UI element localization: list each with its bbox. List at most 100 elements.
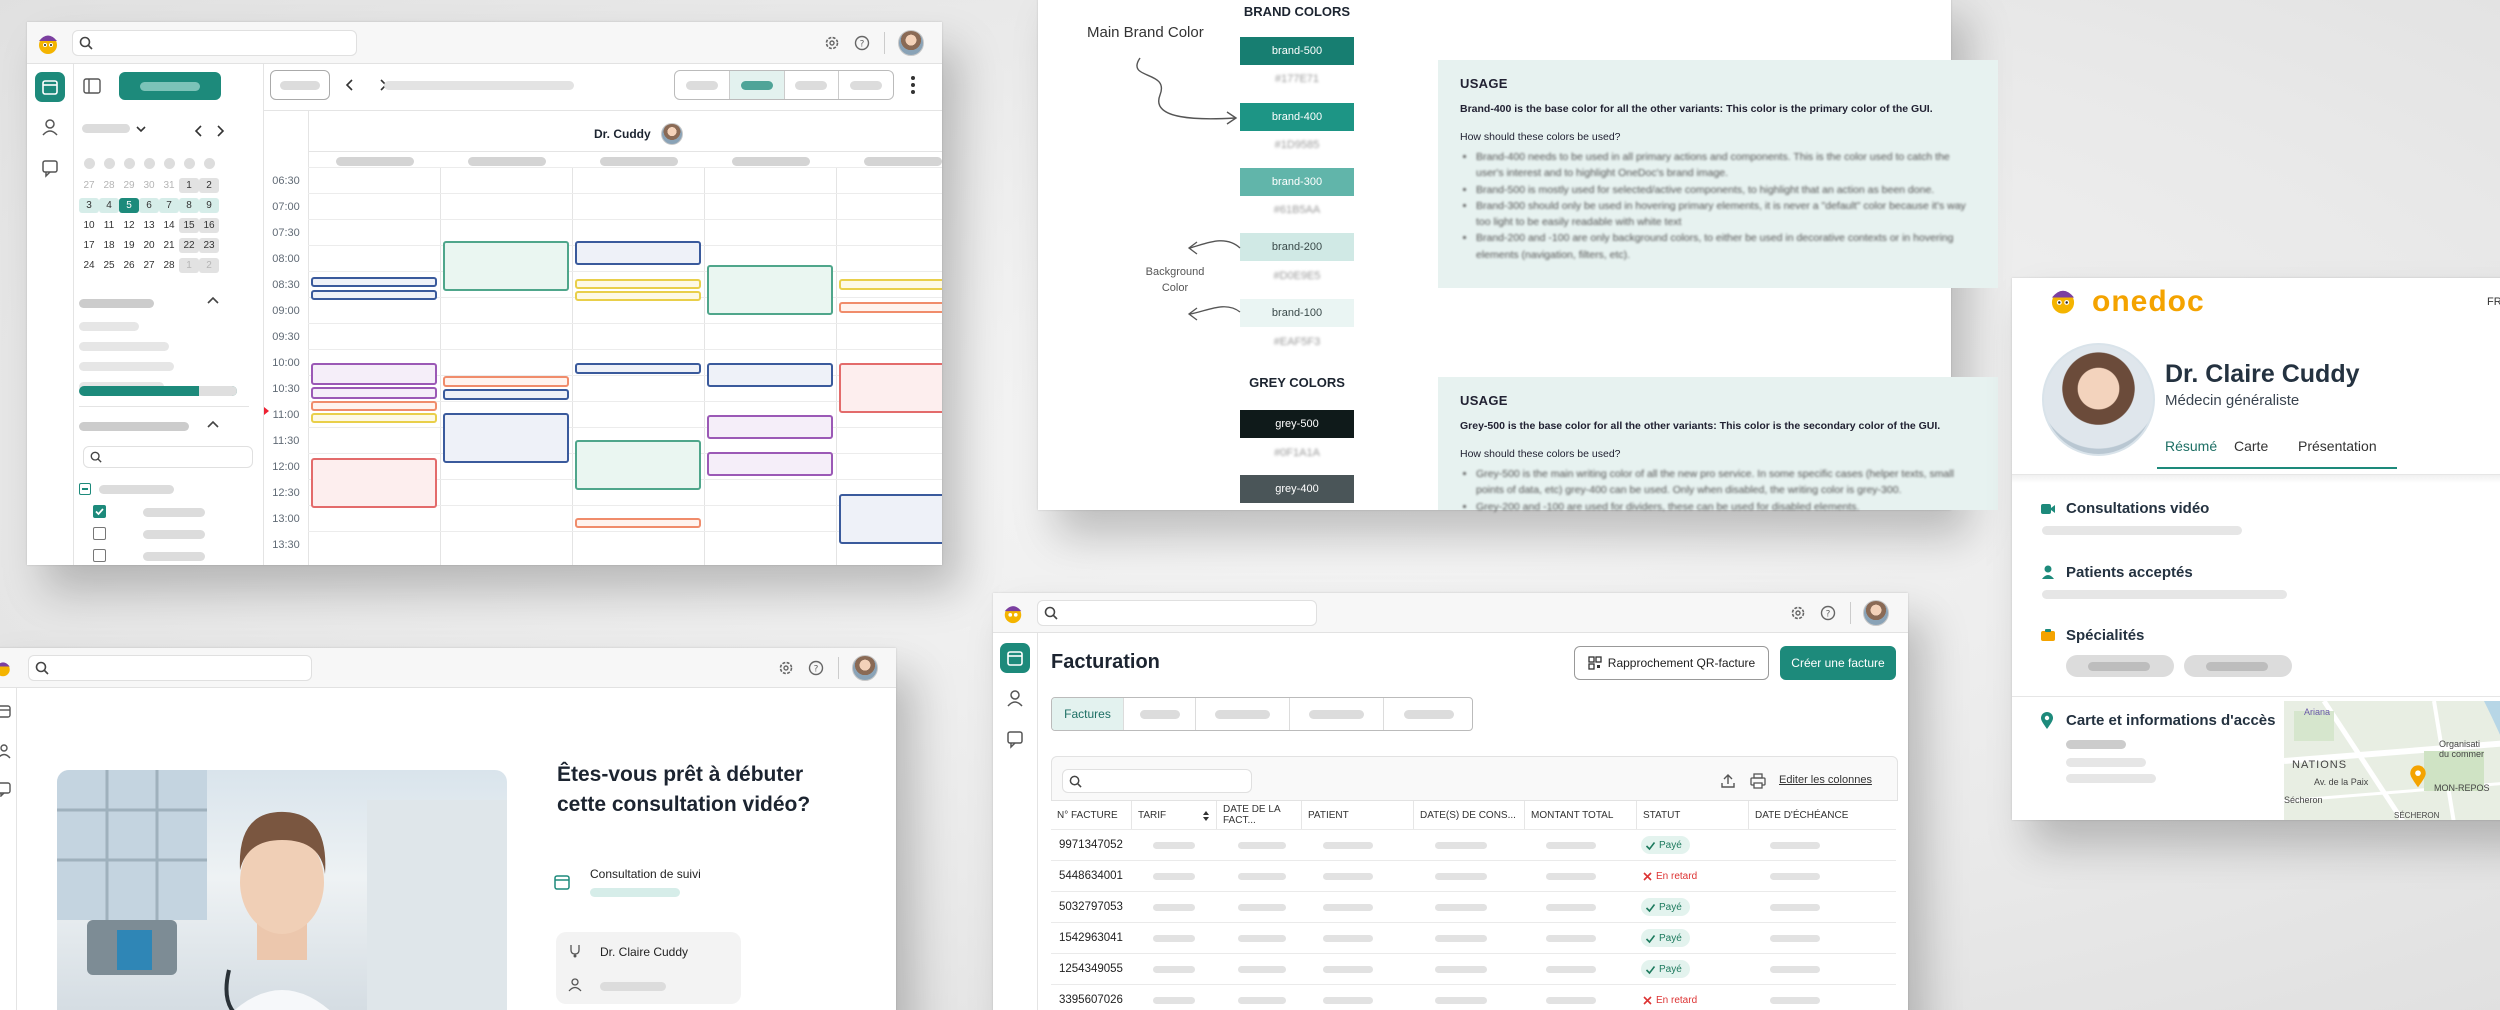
search-input[interactable]	[72, 30, 357, 56]
chevron-up-icon[interactable]	[207, 296, 219, 304]
view-option-active[interactable]	[729, 71, 785, 99]
search-input[interactable]	[1037, 600, 1317, 626]
export-icon[interactable]	[1720, 773, 1736, 789]
avatar[interactable]	[852, 655, 878, 681]
create-invoice-button[interactable]: Créer une facture	[1780, 646, 1896, 680]
appointment-event[interactable]	[443, 376, 569, 387]
help-icon[interactable]: ?	[808, 660, 824, 676]
new-appointment-button[interactable]	[119, 72, 221, 100]
day[interactable]: 1	[179, 177, 199, 193]
day[interactable]: 29	[119, 178, 139, 193]
messages-nav-icon[interactable]	[0, 781, 12, 797]
appointment-event[interactable]	[707, 452, 833, 476]
gear-icon[interactable]	[1790, 605, 1806, 621]
table-row[interactable]: 1254349055 Payé	[1051, 953, 1896, 984]
specialty-tag[interactable]	[2184, 655, 2292, 677]
day[interactable]: 30	[139, 178, 159, 193]
table-row[interactable]: 3395607026 En retard	[1051, 984, 1896, 1010]
appointment-event[interactable]	[839, 494, 942, 544]
col-header[interactable]: PATIENT	[1301, 801, 1413, 829]
appointment-event[interactable]	[707, 265, 833, 315]
day[interactable]: 8	[179, 197, 199, 213]
prev-week-icon[interactable]	[345, 79, 355, 91]
appointment-event[interactable]	[443, 241, 569, 291]
tab-carte[interactable]: Carte	[2234, 438, 2268, 454]
table-row[interactable]: 5032797053 Payé	[1051, 891, 1896, 922]
filter-option[interactable]	[79, 322, 139, 331]
appointment-event[interactable]	[839, 279, 942, 290]
appointment-event[interactable]	[311, 401, 437, 411]
appointment-event[interactable]	[575, 279, 701, 289]
qr-reconcile-button[interactable]: Rapprochement QR-facture	[1574, 646, 1769, 680]
tab-invoices[interactable]: Factures	[1052, 698, 1124, 730]
day[interactable]: 23	[199, 237, 219, 253]
day[interactable]: 16	[199, 217, 219, 233]
day[interactable]: 2	[199, 177, 219, 193]
day-selected[interactable]: 5	[119, 197, 139, 213]
day[interactable]: 27	[79, 178, 99, 193]
view-option[interactable]	[785, 71, 840, 99]
messages-nav-icon[interactable]	[1000, 723, 1030, 753]
appointment-event[interactable]	[443, 413, 569, 463]
day[interactable]: 15	[179, 217, 199, 233]
day[interactable]: 14	[159, 218, 179, 233]
gear-icon[interactable]	[824, 35, 840, 51]
day[interactable]: 4	[99, 197, 119, 213]
day[interactable]: 18	[99, 238, 119, 253]
day[interactable]: 28	[99, 178, 119, 193]
day[interactable]: 22	[179, 237, 199, 253]
appointment-event[interactable]	[707, 415, 833, 439]
view-option[interactable]	[839, 71, 893, 99]
appointment-event[interactable]	[311, 458, 437, 508]
col-header[interactable]: MONTANT TOTAL	[1524, 801, 1636, 829]
chevron-up-icon[interactable]	[207, 420, 219, 428]
day[interactable]: 11	[99, 218, 119, 233]
more-options-icon[interactable]	[910, 75, 916, 95]
appointment-event[interactable]	[311, 413, 437, 423]
table-search-input[interactable]	[1062, 769, 1252, 793]
day[interactable]: 10	[79, 218, 99, 233]
onedoc-logo[interactable]: onedoc	[2092, 285, 2205, 319]
table-row[interactable]: 9971347052 Payé	[1051, 829, 1896, 860]
appointment-event[interactable]	[311, 363, 437, 385]
appointment-event[interactable]	[575, 241, 701, 265]
language-switch[interactable]: FR	[2487, 296, 2500, 308]
next-month-icon[interactable]	[215, 125, 225, 137]
day[interactable]: 19	[119, 238, 139, 253]
col-header[interactable]: DATE D'ÉCHÉANCE	[1748, 801, 1898, 829]
calendar-nav-icon[interactable]	[35, 72, 65, 102]
day[interactable]: 2	[199, 257, 219, 273]
filter-option[interactable]	[79, 362, 174, 371]
day[interactable]: 6	[139, 197, 159, 213]
day[interactable]: 13	[139, 218, 159, 233]
edit-columns-link[interactable]: Editer les colonnes	[1779, 774, 1872, 786]
col-header[interactable]: DATE DE LA FACT...	[1216, 801, 1301, 829]
col-header[interactable]: N° FACTURE	[1051, 801, 1131, 829]
day[interactable]: 25	[99, 258, 119, 273]
appointment-event[interactable]	[575, 440, 701, 490]
checkbox[interactable]	[93, 527, 106, 540]
col-header[interactable]: DATE(S) DE CONS...	[1413, 801, 1524, 829]
day[interactable]: 17	[79, 238, 99, 253]
access-map[interactable]: Ariana Organisati du commer NATIONS Av. …	[2284, 701, 2500, 820]
day[interactable]: 9	[199, 197, 219, 213]
appointment-event[interactable]	[575, 363, 701, 374]
day[interactable]: 7	[159, 197, 179, 213]
sidebar-toggle-icon[interactable]	[83, 78, 101, 94]
appointment-event[interactable]	[311, 290, 437, 300]
calendar-nav-icon[interactable]	[0, 703, 12, 719]
print-icon[interactable]	[1750, 773, 1766, 789]
day[interactable]: 24	[79, 258, 99, 273]
day[interactable]: 28	[159, 258, 179, 273]
filter-option[interactable]	[79, 342, 169, 351]
checkbox-checked[interactable]	[93, 505, 106, 518]
day[interactable]: 1	[179, 257, 199, 273]
appointment-event[interactable]	[575, 291, 701, 301]
tab[interactable]	[1290, 698, 1384, 730]
sort-icon[interactable]	[1203, 811, 1209, 821]
help-icon[interactable]: ?	[1820, 605, 1836, 621]
avatar[interactable]	[898, 30, 924, 56]
appointment-event[interactable]	[839, 363, 942, 413]
day[interactable]: 21	[159, 238, 179, 253]
patients-nav-icon[interactable]	[35, 112, 65, 142]
